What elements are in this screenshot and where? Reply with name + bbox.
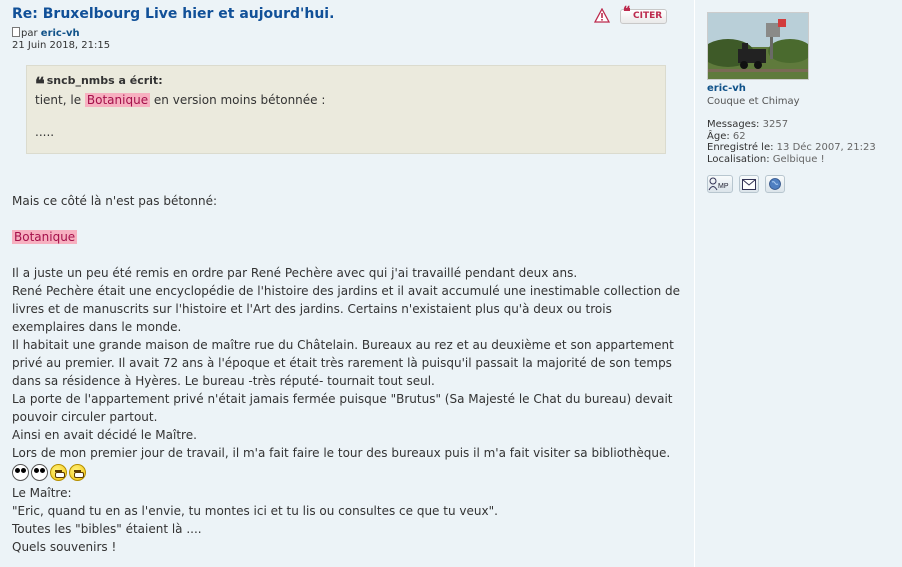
quote-line-2: ..... (35, 125, 55, 139)
quote-author: ❝ sncb_nmbs a écrit: (35, 74, 657, 94)
content-line: "Eric, quand tu en as l'envie, tu montes… (12, 504, 498, 518)
content-line: Il a juste un peu été remis en ordre par… (12, 266, 578, 280)
location-label: Localisation: (707, 153, 770, 165)
content-closing: Le Maître: "Eric, quand tu en as l'envie… (12, 484, 682, 556)
shocked-smiley-icon (12, 464, 29, 481)
quote-line-1: tient, le Botanique en version moins bét… (35, 92, 657, 108)
author-profile: eric-vh Couque et Chimay Messages: 3257 … (694, 0, 902, 567)
post-actions: ❝ CITER (593, 3, 668, 24)
post-body: Re: Bruxelbourg Live hier et aujourd'hui… (12, 6, 682, 52)
content-line: Il habitait une grande maison de maître … (12, 338, 674, 388)
quote-button[interactable]: ❝ CITER (620, 3, 668, 24)
quote-text-after: en version moins bétonnée : (153, 93, 326, 107)
content-intro: Mais ce côté là n'est pas bétonné: (12, 194, 218, 208)
email-button[interactable] (739, 175, 759, 193)
shocked-smiley-icon (31, 464, 48, 481)
quote-button-label: CITER (633, 10, 663, 21)
profile-stats: Messages: 3257 Âge: 62 Enregistré le: 13… (707, 119, 902, 165)
grimace-smiley-icon (50, 464, 67, 481)
quote-author-text: sncb_nmbs a écrit: (46, 74, 163, 87)
registered-value: 13 Déc 2007, 21:23 (776, 142, 876, 153)
location-value: Gelbique ! (772, 153, 825, 165)
profile-rank: Couque et Chimay (707, 96, 800, 107)
quote-icon: ❝ (623, 3, 631, 20)
quote-text-before: tient, le (35, 93, 82, 107)
pm-label: MP (718, 183, 729, 190)
report-button[interactable] (593, 7, 611, 24)
smilies-row (12, 464, 682, 481)
post-date: 21 Juin 2018, 21:15 (12, 40, 111, 51)
post-title[interactable]: Re: Bruxelbourg Live hier et aujourd'hui… (12, 6, 682, 22)
post-icon (12, 27, 20, 37)
envelope-icon (742, 178, 756, 190)
messages-label: Messages: (707, 119, 760, 130)
profile-username[interactable]: eric-vh (707, 83, 902, 94)
age-value: 62 (732, 130, 746, 142)
content-line: Lors de mon premier jour de travail, il … (12, 446, 671, 460)
quote-highlight: Botanique (84, 93, 151, 107)
pm-icon: MP (708, 177, 729, 191)
quote-block: ❝ sncb_nmbs a écrit: tient, le Botanique … (26, 65, 666, 154)
author-link[interactable]: eric-vh (41, 28, 80, 39)
content-highlight: Botanique (12, 230, 78, 244)
content-line: René Pechère était une encyclopédie de l… (12, 284, 681, 334)
website-button[interactable] (765, 175, 785, 193)
contact-buttons: MP (707, 175, 902, 193)
content-line: Le Maître: (12, 486, 72, 500)
content-line: La porte de l'appartement privé n'était … (12, 392, 673, 424)
post-content: Mais ce côté là n'est pas bétonné: Botan… (12, 192, 682, 556)
forum-post: Re: Bruxelbourg Live hier et aujourd'hui… (0, 0, 902, 567)
content-line: Ainsi en avait décidé le Maître. (12, 428, 197, 442)
age-label: Âge: (707, 130, 730, 142)
content-line: Quels souvenirs ! (12, 540, 117, 554)
grimace-smiley-icon (69, 464, 86, 481)
post-author-line: par eric-vh 21 Juin 2018, 21:15 (12, 27, 682, 52)
private-message-button[interactable]: MP (707, 175, 733, 193)
registered-label: Enregistré le: (707, 142, 774, 153)
avatar-image (708, 13, 808, 79)
by-label: par (21, 28, 38, 39)
content-line: Toutes les "bibles" étaient là .... (12, 522, 202, 536)
warning-icon (593, 7, 611, 23)
globe-icon (769, 178, 781, 190)
content-paragraph: Il a juste un peu été remis en ordre par… (12, 264, 682, 462)
messages-value[interactable]: 3257 (763, 119, 788, 130)
avatar[interactable] (707, 12, 809, 80)
